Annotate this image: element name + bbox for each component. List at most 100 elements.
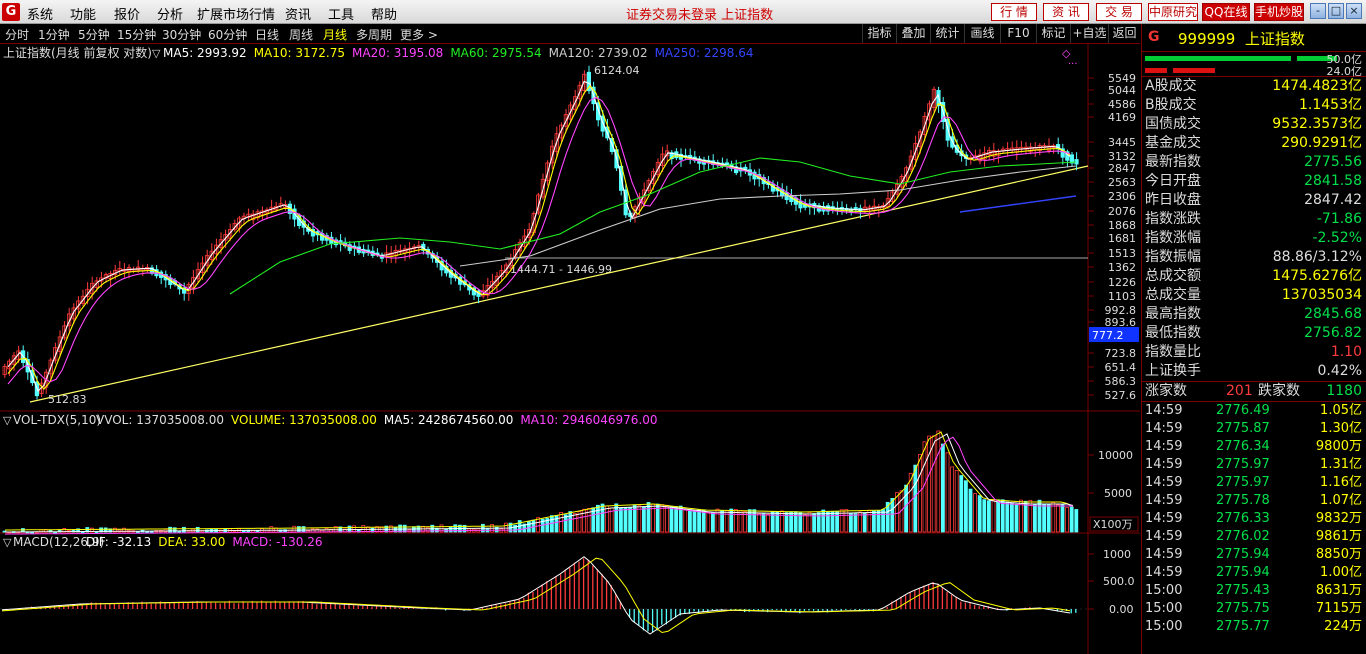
mobile-trade-button[interactable]: 手机炒股 — [1254, 3, 1304, 21]
tick-time: 14:59 — [1145, 493, 1183, 508]
statistics-button[interactable]: 统计 — [930, 24, 964, 43]
volume-bar — [835, 511, 839, 533]
quote-row-label: B股成交 — [1145, 97, 1197, 113]
tick-row: 15:00 2775.75 7115万 — [1142, 600, 1366, 618]
chart-area[interactable]: 上证指数(月线 前复权 对数) ▽ MA5: 2993.92 MA10: 3172… — [0, 44, 1140, 654]
legend-item: MA250: 2298.64 — [655, 46, 754, 60]
tick-price: 2775.78 — [1216, 493, 1270, 508]
hline-annotation: 1444.71 - 1446.99 — [510, 263, 612, 276]
tick-list[interactable]: 14:59 2776.49 1.05亿 14:59 2775.87 1.30亿 14:59 2… — [1142, 402, 1366, 636]
tick-time: 15:00 — [1145, 583, 1183, 598]
volume-bar — [789, 511, 793, 533]
volume-bar — [904, 484, 908, 533]
tick-volume: 7115万 — [1315, 601, 1362, 616]
security-code-name: 999999 上证指数 — [1178, 30, 1305, 48]
y-tick-label: 5044 — [1108, 84, 1136, 97]
volume-bar — [688, 509, 692, 533]
research-button[interactable]: 中原研究 — [1148, 3, 1198, 21]
tab-multi-period[interactable]: 多周期 — [356, 26, 392, 43]
y-tick-label: 651.4 — [1105, 361, 1137, 374]
tick-row: 14:59 2775.97 1.16亿 — [1142, 474, 1366, 492]
overlay-button[interactable]: 叠加 — [896, 24, 930, 43]
quote-row: 今日开盘 2841.58 — [1142, 172, 1366, 191]
menu-extended-market[interactable]: 扩展市场行情 — [197, 4, 275, 23]
back-button[interactable]: 返回 — [1108, 24, 1140, 43]
period-toolbar: 分时 1分钟 5分钟 15分钟 30分钟 60分钟 日线 周线 月线 多周期 更… — [0, 24, 1140, 44]
tick-time: 15:00 — [1145, 619, 1183, 634]
tick-volume: 1.05亿 — [1320, 403, 1362, 418]
quote-row-label: 指数振幅 — [1145, 249, 1201, 265]
volume-bar — [987, 500, 991, 533]
volume-bar — [619, 507, 623, 533]
macd-tick-0: 0.00 — [1109, 603, 1134, 616]
menu-analysis[interactable]: 分析 — [157, 4, 183, 23]
tab-15min[interactable]: 15分钟 — [117, 26, 156, 43]
market-breadth: 涨家数 201 跌家数 1180 — [1142, 382, 1366, 401]
market-button[interactable]: 行 情 — [991, 3, 1037, 21]
menu-help[interactable]: 帮助 — [371, 4, 397, 23]
quote-row: A股成交 1474.4823亿 — [1142, 77, 1366, 96]
quote-row: 指数量比 1.10 — [1142, 343, 1366, 362]
menu-tools[interactable]: 工具 — [328, 4, 354, 23]
indicator-button[interactable]: 指标 — [862, 24, 896, 43]
ma-toggle-icon[interactable]: ▽ — [152, 47, 161, 60]
volume-toggle-icon[interactable]: ▽ — [3, 414, 12, 427]
quote-row-label: 指数量比 — [1145, 344, 1201, 360]
tab-timeshare[interactable]: 分时 — [5, 26, 29, 43]
y-tick-label: 1103 — [1108, 290, 1136, 303]
f10-button[interactable]: F10 — [1000, 24, 1036, 43]
mark-button[interactable]: 标记 — [1036, 24, 1070, 43]
y-tick-label: 1681 — [1108, 232, 1136, 245]
menu-function[interactable]: 功能 — [70, 4, 96, 23]
quote-row-label: 今日开盘 — [1145, 173, 1201, 189]
menu-quote[interactable]: 报价 — [114, 4, 140, 23]
volume-bar — [1069, 506, 1074, 533]
tab-5min[interactable]: 5分钟 — [78, 26, 110, 43]
quote-row-label: 基金成交 — [1145, 135, 1201, 151]
y-tick-label: 2306 — [1108, 190, 1136, 203]
quote-row: B股成交 1.1453亿 — [1142, 96, 1366, 115]
add-watchlist-button[interactable]: +自选 — [1070, 24, 1108, 43]
tab-weekly[interactable]: 周线 — [289, 26, 313, 43]
app-logo: G — [2, 3, 20, 21]
up-count: 201 — [1226, 383, 1253, 399]
trade-button[interactable]: 交 易 — [1096, 3, 1142, 21]
more-icon[interactable]: ··· — [1068, 59, 1078, 70]
volume-bar — [862, 512, 867, 533]
tick-volume: 1.07亿 — [1320, 493, 1362, 508]
legend-item: MACD: -130.26 — [232, 535, 322, 549]
menu-system[interactable]: 系统 — [27, 4, 53, 23]
volume-bar — [149, 531, 154, 534]
volume-bar — [701, 509, 706, 533]
volume-bar — [1046, 503, 1051, 533]
qq-online-button[interactable]: QQ在线 — [1202, 3, 1250, 21]
close-icon[interactable]: × — [1346, 3, 1362, 19]
quote-row: 指数涨跌 -71.86 — [1142, 210, 1366, 229]
sell-bar-segment-2 — [1173, 68, 1215, 73]
down-count-label: 跌家数 — [1258, 383, 1300, 399]
tab-60min[interactable]: 60分钟 — [208, 26, 247, 43]
tab-30min[interactable]: 30分钟 — [162, 26, 201, 43]
menu-info[interactable]: 资讯 — [285, 4, 311, 23]
tick-volume: 8631万 — [1315, 583, 1362, 598]
tab-daily[interactable]: 日线 — [255, 26, 279, 43]
up-count-label: 涨家数 — [1145, 383, 1187, 399]
tick-row: 15:00 2775.43 8631万 — [1142, 582, 1366, 600]
tab-monthly[interactable]: 月线 — [323, 26, 347, 43]
macd-toggle-icon[interactable]: ▽ — [3, 536, 12, 549]
maximize-icon[interactable]: □ — [1328, 3, 1344, 19]
volume-bar — [913, 464, 918, 533]
quote-row-label: 上证换手 — [1145, 363, 1201, 379]
tick-row: 14:59 2776.33 9832万 — [1142, 510, 1366, 528]
tab-more[interactable]: 更多 > — [400, 26, 438, 43]
news-button[interactable]: 资 讯 — [1043, 3, 1089, 21]
tick-time: 14:59 — [1145, 421, 1183, 436]
minimize-icon[interactable]: - — [1310, 3, 1326, 19]
tick-time: 14:59 — [1145, 403, 1183, 418]
chart-canvas[interactable]: 上证指数(月线 前复权 对数) ▽ MA5: 2993.92 MA10: 3172… — [0, 44, 1140, 654]
quote-row-value: 1474.4823亿 — [1272, 78, 1362, 94]
tick-price: 2776.02 — [1216, 529, 1270, 544]
draw-line-button[interactable]: 画线 — [964, 24, 1000, 43]
tab-1min[interactable]: 1分钟 — [38, 26, 70, 43]
brand-g-icon: G — [1148, 29, 1160, 45]
